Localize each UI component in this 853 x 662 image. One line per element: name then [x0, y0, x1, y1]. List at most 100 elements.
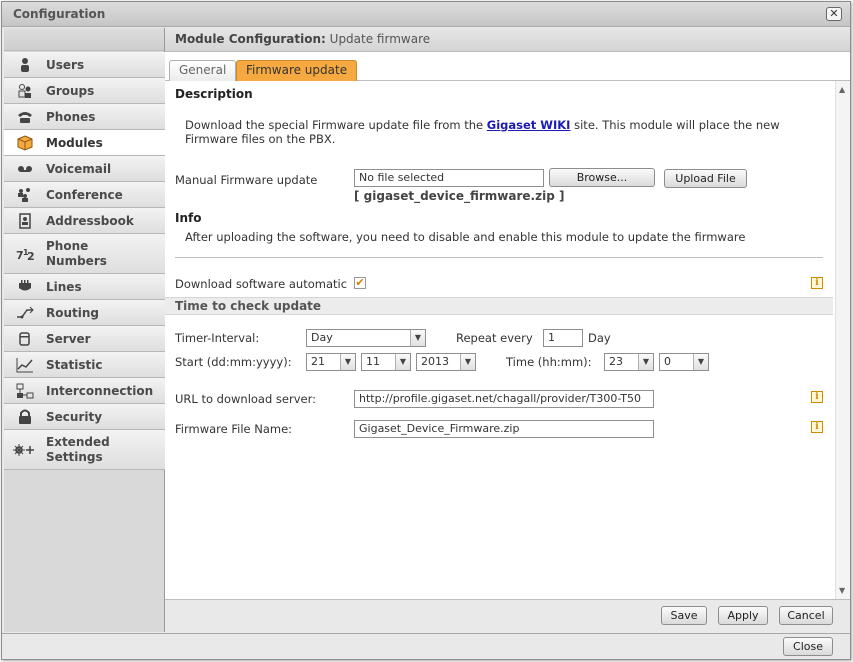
sidebar-item-label: Statistic [46, 358, 103, 372]
info-icon[interactable]: i [811, 277, 823, 289]
start-month-select[interactable]: 11 ▼ [361, 353, 411, 371]
sidebar-item-conference[interactable]: Conference [4, 182, 165, 208]
interconnection-icon [16, 383, 34, 399]
sidebar-item-statistic[interactable]: Statistic [4, 352, 165, 378]
module-header-label: Module Configuration: [175, 32, 326, 46]
voicemail-icon [18, 166, 32, 172]
sidebar-item-label: Conference [46, 188, 123, 202]
sidebar-header [4, 28, 164, 51]
sidebar-item-interconnection[interactable]: Interconnection [4, 378, 165, 404]
info-icon[interactable]: i [811, 391, 823, 403]
upload-file-button[interactable]: Upload File [664, 169, 747, 188]
main-panel: Module Configuration: Update firmware Ge… [165, 28, 850, 632]
statistic-icon [16, 358, 33, 373]
phone-numbers-icon: 7 12 [16, 248, 34, 262]
sidebar-item-label: Extended Settings [46, 435, 110, 464]
sidebar-item-label: Addressbook [46, 214, 134, 228]
file-name-hint: [ gigaset_device_firmware.zip ] [354, 189, 565, 203]
url-download-label: URL to download server: [175, 392, 317, 406]
sidebar-item-label: Phone Numbers [46, 239, 107, 268]
lock-icon [19, 409, 31, 424]
sidebar-item-users[interactable]: Users [4, 52, 165, 78]
sidebar-item-lines[interactable]: Lines [4, 274, 165, 300]
sidebar-item-routing[interactable]: Routing [4, 300, 165, 326]
sidebar-item-groups[interactable]: Groups [4, 78, 165, 104]
server-icon [19, 332, 30, 346]
time-hour-select[interactable]: 23 ▼ [604, 353, 654, 371]
tab-general[interactable]: General [169, 60, 237, 81]
description-text: Download the special Firmware update fil… [185, 118, 805, 146]
vertical-scrollbar[interactable]: ▲ ▼ [835, 81, 850, 599]
conference-icon [18, 188, 30, 202]
svg-text:2: 2 [27, 250, 34, 262]
chevron-down-icon: ▼ [395, 354, 410, 370]
sidebar-item-security[interactable]: Security [4, 404, 165, 430]
sidebar-item-label: Routing [46, 306, 100, 320]
scroll-down-icon[interactable]: ▼ [839, 586, 845, 595]
timer-interval-select[interactable]: Day ▼ [306, 329, 426, 347]
start-year-select[interactable]: 2013 ▼ [416, 353, 476, 371]
firmware-form: Description Download the special Firmwar… [165, 81, 850, 599]
apply-button[interactable]: Apply [718, 606, 768, 625]
description-heading: Description [175, 87, 253, 101]
time-hour-value: 23 [609, 355, 623, 368]
user-icon [21, 58, 29, 72]
group-icon [18, 84, 31, 98]
download-auto-checkbox[interactable]: ✔ [354, 277, 366, 289]
addressbook-icon [19, 213, 31, 229]
info-icon[interactable]: i [811, 421, 823, 433]
window-footer: Close [2, 633, 850, 659]
file-input[interactable]: No file selected [354, 169, 544, 187]
module-header: Module Configuration: Update firmware [165, 28, 850, 52]
sidebar-item-label: Security [46, 410, 103, 424]
chevron-down-icon: ▼ [460, 354, 475, 370]
repeat-every-input[interactable]: 1 [543, 329, 583, 347]
description-post: site. This module will place the new [570, 118, 780, 132]
sidebar-item-phone-numbers[interactable]: 712 Phone Numbers [4, 234, 165, 274]
info-heading: Info [175, 211, 202, 225]
sidebar-item-modules[interactable]: Modules [4, 130, 165, 156]
time-minute-select[interactable]: 0 ▼ [659, 353, 709, 371]
scroll-up-icon[interactable]: ▲ [839, 85, 845, 94]
extended-settings-icon [13, 444, 34, 456]
tab-firmware-update[interactable]: Firmware update [236, 60, 358, 81]
close-icon[interactable]: ✕ [826, 7, 842, 21]
start-year-value: 2013 [421, 355, 449, 368]
sidebar-item-label: Server [46, 332, 91, 346]
repeat-every-label: Repeat every [456, 331, 533, 345]
manual-firmware-label: Manual Firmware update [175, 173, 318, 187]
gigaset-wiki-link[interactable]: Gigaset WIKI [487, 118, 571, 132]
timer-interval-label: Timer-Interval: [175, 331, 260, 345]
form-footer: Save Apply Cancel [165, 599, 850, 632]
repeat-unit-label: Day [588, 331, 611, 345]
module-icon [17, 135, 33, 151]
browse-button[interactable]: Browse... [549, 168, 655, 187]
download-auto-label: Download software automatic [175, 277, 348, 291]
start-date-label: Start (dd:mm:yyyy): [175, 355, 292, 369]
sidebar-item-extended-settings[interactable]: Extended Settings [4, 430, 165, 470]
module-header-value: Update firmware [329, 32, 431, 46]
chevron-down-icon: ▼ [340, 354, 355, 370]
sidebar-item-label: Voicemail [46, 162, 112, 176]
lines-icon [19, 280, 31, 291]
timer-interval-value: Day [311, 331, 333, 344]
chevron-down-icon: ▼ [693, 354, 708, 370]
cancel-button[interactable]: Cancel [779, 606, 833, 625]
close-button[interactable]: Close [783, 637, 833, 656]
sidebar-item-voicemail[interactable]: Voicemail [4, 156, 165, 182]
firmware-file-name-label: Firmware File Name: [175, 422, 293, 436]
sidebar-item-phones[interactable]: Phones [4, 104, 165, 130]
time-section-header: Time to check update [165, 297, 833, 315]
start-day-select[interactable]: 21 ▼ [306, 353, 356, 371]
firmware-file-name-input[interactable]: Gigaset_Device_Firmware.zip [354, 420, 654, 438]
sidebar-item-label: Lines [46, 280, 82, 294]
url-download-input[interactable]: http://profile.gigaset.net/chagall/provi… [354, 390, 654, 408]
start-day-value: 21 [311, 355, 325, 368]
time-label: Time (hh:mm): [506, 355, 592, 369]
chevron-down-icon: ▼ [410, 330, 425, 346]
sidebar-item-server[interactable]: Server [4, 326, 165, 352]
title-bar: Configuration ✕ [2, 2, 850, 27]
sidebar-item-addressbook[interactable]: Addressbook [4, 208, 165, 234]
phone-icon [18, 112, 32, 123]
save-button[interactable]: Save [661, 606, 707, 625]
